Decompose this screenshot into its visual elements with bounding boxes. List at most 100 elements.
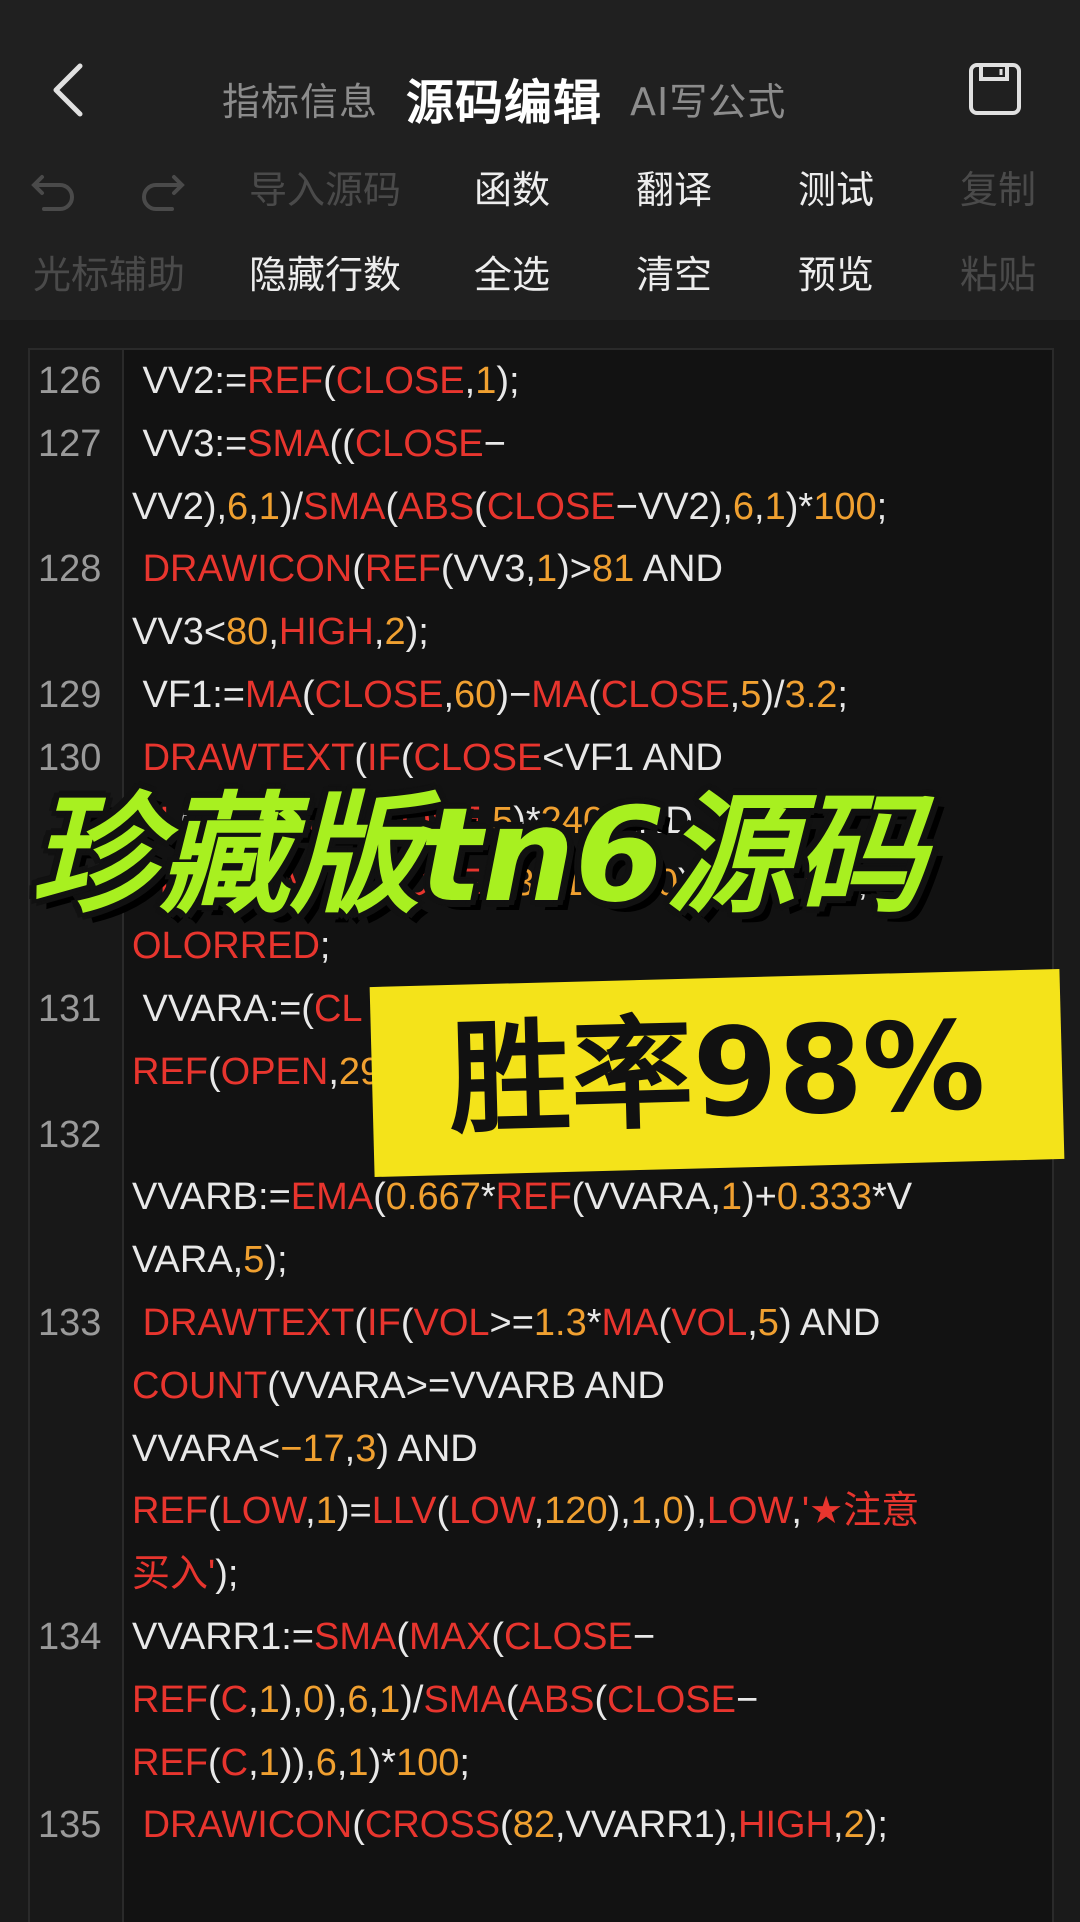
code-token: , (344, 1427, 356, 1470)
code-token: ( (400, 736, 414, 779)
code-token: <VF1 AND (542, 736, 723, 779)
code-line: 129 VF1:=MA(CLOSE,60)−MA(CLOSE,5)/3.2; (30, 664, 1052, 726)
code-token: MA (601, 1302, 659, 1344)
code-text: VVARB:=EMA(0.667*REF(VVARA,1)+0.333*V (132, 1166, 912, 1228)
test-button[interactable]: 测试 (786, 155, 886, 225)
code-token: 6 (227, 485, 249, 528)
code-token: VVARA:=( (132, 988, 314, 1030)
code-token: VARA, (132, 1239, 244, 1282)
code-text: VVARA:=(CL (132, 978, 363, 1040)
code-token: LOW (220, 1490, 306, 1533)
code-token: 100 (813, 485, 877, 528)
top-bar: 指标信息 源码编辑 AI写公式 导入源码 函数 翻译 测试 复制 光标辅助 隐藏… (0, 0, 1080, 320)
code-token: VV3< (132, 611, 227, 654)
code-line: 买入'); (30, 1543, 1052, 1605)
code-token: ); (264, 1239, 288, 1282)
select-all-button[interactable]: 全选 (462, 240, 562, 310)
functions-button[interactable]: 函数 (462, 155, 562, 225)
preview-button[interactable]: 预览 (786, 240, 886, 310)
code-token: 80 (226, 611, 269, 654)
code-token: IF (367, 736, 401, 779)
tab-bar: 指标信息 源码编辑 AI写公式 (222, 58, 786, 138)
hide-line-numbers-button[interactable]: 隐藏行数 (240, 240, 410, 310)
copy-button[interactable]: 复制 (948, 155, 1048, 225)
code-token: 1 (347, 1741, 369, 1784)
code-token: VV2:= (132, 360, 248, 402)
translate-button[interactable]: 翻译 (624, 155, 724, 225)
code-token: ABS (398, 485, 475, 528)
code-token: ), (683, 1490, 707, 1533)
code-line: VV3<80,HIGH,2); (30, 601, 1052, 663)
code-token: C (220, 1741, 249, 1784)
code-token: MA (245, 674, 302, 716)
code-token: ( (491, 1616, 505, 1658)
code-token: 82 (512, 1804, 555, 1847)
code-token: ( (436, 1490, 450, 1533)
tab-source-edit[interactable]: 源码编辑 (406, 63, 602, 133)
code-token: ( (505, 1678, 519, 1721)
code-token: * (480, 1176, 496, 1219)
code-token: 1 (258, 485, 280, 528)
code-token: VVARB:= (132, 1176, 291, 1219)
code-text: VF1:=MA(CLOSE,60)−MA(CLOSE,5)/3.2; (132, 664, 848, 726)
line-number: 134 (38, 1616, 102, 1658)
code-token: REF (364, 548, 441, 591)
redo-icon[interactable] (138, 167, 186, 215)
code-token: 100 (395, 1741, 460, 1784)
tab-indicator-info[interactable]: 指标信息 (222, 71, 378, 126)
code-token: REF (247, 360, 324, 402)
code-text: REF(C,1)),6,1)*100; (132, 1732, 470, 1794)
import-source-button[interactable]: 导入源码 (240, 155, 410, 225)
code-token: −17 (280, 1427, 345, 1470)
code-token: −VV2), (615, 485, 733, 528)
toolbar-row-2: 光标辅助 隐藏行数 全选 清空 预览 粘贴 (0, 240, 1080, 310)
undo-icon[interactable] (30, 167, 78, 215)
code-token: CL (313, 988, 363, 1030)
code-token: ( (658, 1302, 672, 1344)
code-token: ; (459, 1741, 470, 1784)
code-text: REF(C,1),0),6,1)/SMA(ABS(CLOSE− (132, 1669, 758, 1731)
back-icon[interactable] (46, 60, 96, 120)
code-token: )/ (400, 1678, 424, 1721)
paste-button[interactable]: 粘贴 (948, 240, 1048, 310)
code-text: 买入'); (132, 1543, 238, 1605)
code-token: ); (864, 1804, 888, 1847)
code-line: 127 VV3:=SMA((CLOSE− (30, 413, 1052, 475)
clear-button[interactable]: 清空 (624, 240, 724, 310)
code-token: LOW (706, 1490, 792, 1533)
code-token: LOW (449, 1490, 534, 1533)
code-token: 6 (315, 1741, 337, 1784)
code-token: ), (607, 1490, 631, 1533)
cursor-assist-button[interactable]: 光标辅助 (24, 240, 194, 310)
overlay-subtitle-box: 胜率98% (369, 969, 1065, 1177)
code-token: 0 (303, 1678, 325, 1721)
code-token: (( (329, 422, 355, 465)
code-token: ( (474, 485, 487, 528)
code-token: , (747, 1302, 758, 1344)
code-token: ( (373, 1176, 386, 1219)
tab-ai-formula[interactable]: AI写公式 (630, 71, 786, 126)
code-text: VV3:=SMA((CLOSE− (132, 413, 506, 475)
code-token: − (483, 422, 506, 465)
code-token: DRAWICON (142, 1804, 353, 1847)
code-token: LLV (371, 1490, 437, 1533)
code-line: VVARB:=EMA(0.667*REF(VVARA,1)+0.333*V (30, 1166, 1052, 1228)
code-token: VVARR1:= (132, 1616, 314, 1658)
overlay-title: 珍藏版tn6源码 (30, 779, 926, 931)
code-token: ( (323, 360, 336, 402)
code-token: CLOSE (600, 674, 730, 716)
line-number: 126 (38, 360, 102, 402)
code-token: 120 (544, 1490, 608, 1533)
save-icon[interactable] (968, 62, 1022, 116)
code-token: ( (594, 1678, 608, 1721)
line-number: 129 (38, 674, 102, 716)
code-token: ; (876, 485, 888, 528)
code-line: REF(C,1)),6,1)*100; (30, 1732, 1052, 1794)
code-token: ,VVARR1), (554, 1804, 738, 1847)
code-line: REF(C,1),0),6,1)/SMA(ABS(CLOSE− (30, 1669, 1052, 1731)
overlay-subtitle: 胜率98% (447, 995, 987, 1151)
code-token: (VVARA>=VVARB AND (267, 1364, 665, 1407)
